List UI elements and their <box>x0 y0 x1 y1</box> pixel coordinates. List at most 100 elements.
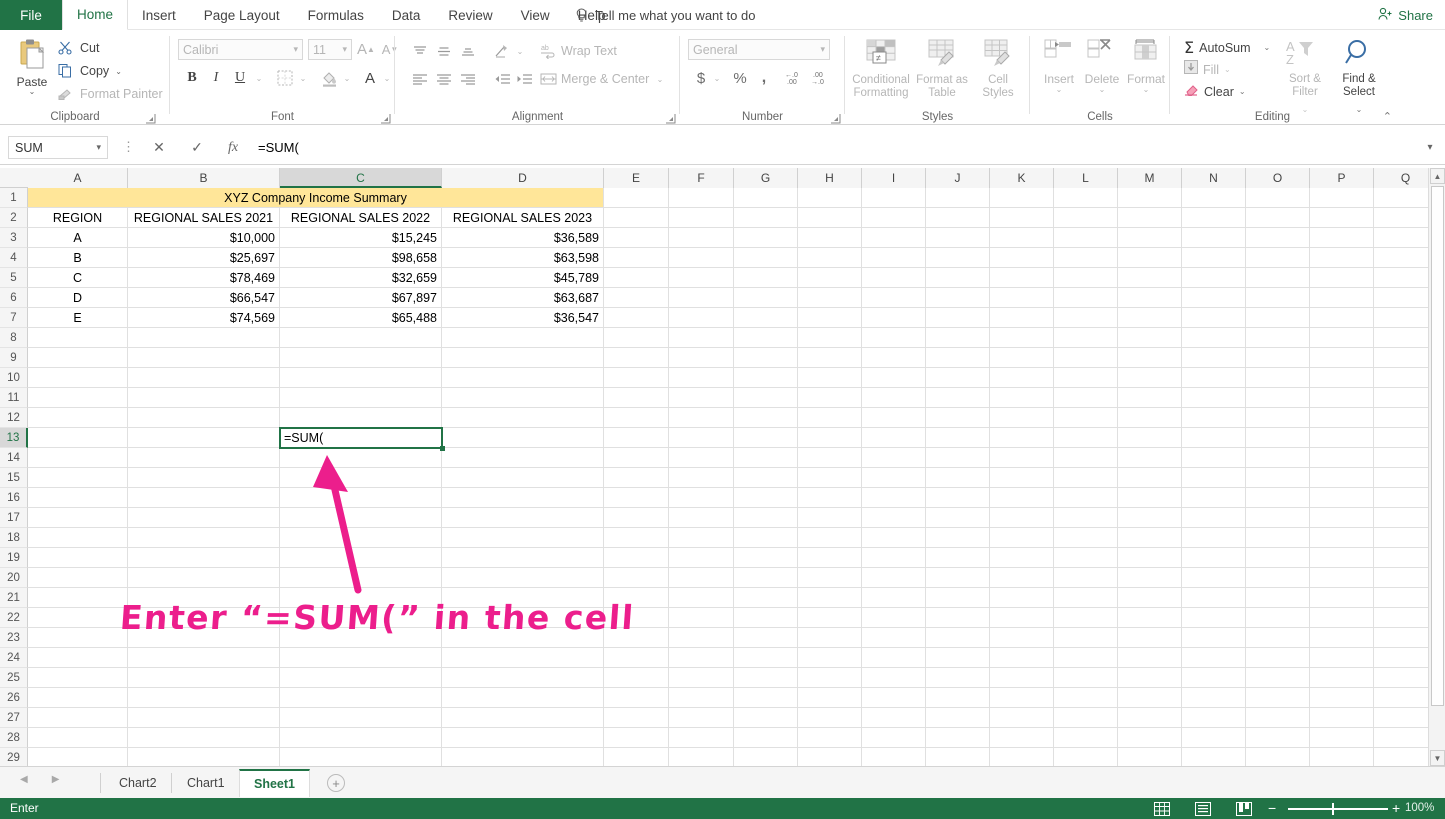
cell-E22[interactable] <box>604 608 669 628</box>
align-middle-button[interactable] <box>433 42 455 60</box>
cell-M11[interactable] <box>1118 388 1182 408</box>
format-cells-button[interactable]: Format ⌄ <box>1124 38 1168 94</box>
sort-filter-button[interactable]: AZ Sort & Filter ⌄ <box>1278 38 1332 117</box>
row-header-5[interactable]: 5 <box>0 268 28 288</box>
align-right-button[interactable] <box>457 70 479 88</box>
cell-M27[interactable] <box>1118 708 1182 728</box>
cell-J14[interactable] <box>926 448 990 468</box>
cell-E10[interactable] <box>604 368 669 388</box>
cell-P25[interactable] <box>1310 668 1374 688</box>
cell-F11[interactable] <box>669 388 734 408</box>
cell-B15[interactable] <box>128 468 280 488</box>
cell-L25[interactable] <box>1054 668 1118 688</box>
cell-F1[interactable] <box>669 188 734 208</box>
cell-L5[interactable] <box>1054 268 1118 288</box>
cell-D11[interactable] <box>442 388 604 408</box>
cell-D13[interactable] <box>442 428 604 448</box>
cell-I24[interactable] <box>862 648 926 668</box>
cell-P3[interactable] <box>1310 228 1374 248</box>
cell-A29[interactable] <box>28 748 128 766</box>
cell-K13[interactable] <box>990 428 1054 448</box>
cell-F2[interactable] <box>669 208 734 228</box>
scroll-down-button[interactable]: ▼ <box>1430 750 1445 766</box>
cell-I25[interactable] <box>862 668 926 688</box>
data-cell-B3[interactable]: $10,000 <box>128 228 280 248</box>
cell-M6[interactable] <box>1118 288 1182 308</box>
cell-F25[interactable] <box>669 668 734 688</box>
cell-H9[interactable] <box>798 348 862 368</box>
cell-E18[interactable] <box>604 528 669 548</box>
cell-O25[interactable] <box>1246 668 1310 688</box>
chevron-down-icon[interactable]: ⌄ <box>1264 43 1271 52</box>
cell-P14[interactable] <box>1310 448 1374 468</box>
copy-button[interactable]: Copy ⌄ <box>58 61 122 81</box>
cell-G8[interactable] <box>734 328 798 348</box>
name-box[interactable]: SUM ▾ <box>8 136 108 159</box>
row-header-1[interactable]: 1 <box>0 188 28 208</box>
cell-Q29[interactable] <box>1374 748 1433 766</box>
ribbon-tab-formulas[interactable]: Formulas <box>294 0 378 30</box>
row-header-25[interactable]: 25 <box>0 668 28 688</box>
column-header-B[interactable]: B <box>128 168 280 188</box>
row-header-9[interactable]: 9 <box>0 348 28 368</box>
ribbon-tab-home[interactable]: Home <box>62 0 129 30</box>
cell-O3[interactable] <box>1246 228 1310 248</box>
cell-H25[interactable] <box>798 668 862 688</box>
ribbon-tab-view[interactable]: View <box>507 0 564 30</box>
cell-G15[interactable] <box>734 468 798 488</box>
data-cell-B4[interactable]: $25,697 <box>128 248 280 268</box>
currency-format-button[interactable]: $ <box>692 68 710 88</box>
cell-K10[interactable] <box>990 368 1054 388</box>
cell-G3[interactable] <box>734 228 798 248</box>
cell-D8[interactable] <box>442 328 604 348</box>
cell-A27[interactable] <box>28 708 128 728</box>
cell-E26[interactable] <box>604 688 669 708</box>
cell-N12[interactable] <box>1182 408 1246 428</box>
cell-Q22[interactable] <box>1374 608 1433 628</box>
cell-Q20[interactable] <box>1374 568 1433 588</box>
chevron-down-icon[interactable]: ⌄ <box>1124 86 1168 94</box>
cell-B16[interactable] <box>128 488 280 508</box>
cell-A18[interactable] <box>28 528 128 548</box>
cell-N16[interactable] <box>1182 488 1246 508</box>
cell-K18[interactable] <box>990 528 1054 548</box>
cell-P22[interactable] <box>1310 608 1374 628</box>
cell-D26[interactable] <box>442 688 604 708</box>
cell-L1[interactable] <box>1054 188 1118 208</box>
cell-G29[interactable] <box>734 748 798 766</box>
cell-B9[interactable] <box>128 348 280 368</box>
cell-P6[interactable] <box>1310 288 1374 308</box>
cell-M9[interactable] <box>1118 348 1182 368</box>
cell-D23[interactable] <box>442 628 604 648</box>
cell-O24[interactable] <box>1246 648 1310 668</box>
autosum-button[interactable]: Σ AutoSum ⌄ <box>1184 38 1270 57</box>
cell-P7[interactable] <box>1310 308 1374 328</box>
ribbon-tab-review[interactable]: Review <box>434 0 506 30</box>
cell-A10[interactable] <box>28 368 128 388</box>
cell-N15[interactable] <box>1182 468 1246 488</box>
tab-file[interactable]: File <box>0 0 62 30</box>
column-header-P[interactable]: P <box>1310 168 1374 188</box>
cell-Q15[interactable] <box>1374 468 1433 488</box>
cell-J24[interactable] <box>926 648 990 668</box>
cell-E13[interactable] <box>604 428 669 448</box>
cell-Q1[interactable] <box>1374 188 1433 208</box>
cell-F4[interactable] <box>669 248 734 268</box>
chevron-down-icon[interactable]: ⌄ <box>1224 65 1231 74</box>
cell-G6[interactable] <box>734 288 798 308</box>
cell-F29[interactable] <box>669 748 734 766</box>
zoom-slider-knob[interactable] <box>1332 803 1334 815</box>
cell-G12[interactable] <box>734 408 798 428</box>
cell-L14[interactable] <box>1054 448 1118 468</box>
increase-font-size-button[interactable]: A ▲ <box>356 39 376 60</box>
cell-K1[interactable] <box>990 188 1054 208</box>
cell-Q7[interactable] <box>1374 308 1433 328</box>
cell-Q10[interactable] <box>1374 368 1433 388</box>
cell-G13[interactable] <box>734 428 798 448</box>
cell-N19[interactable] <box>1182 548 1246 568</box>
cell-C12[interactable] <box>280 408 442 428</box>
cell-J7[interactable] <box>926 308 990 328</box>
cell-O13[interactable] <box>1246 428 1310 448</box>
cell-P1[interactable] <box>1310 188 1374 208</box>
cell-E5[interactable] <box>604 268 669 288</box>
